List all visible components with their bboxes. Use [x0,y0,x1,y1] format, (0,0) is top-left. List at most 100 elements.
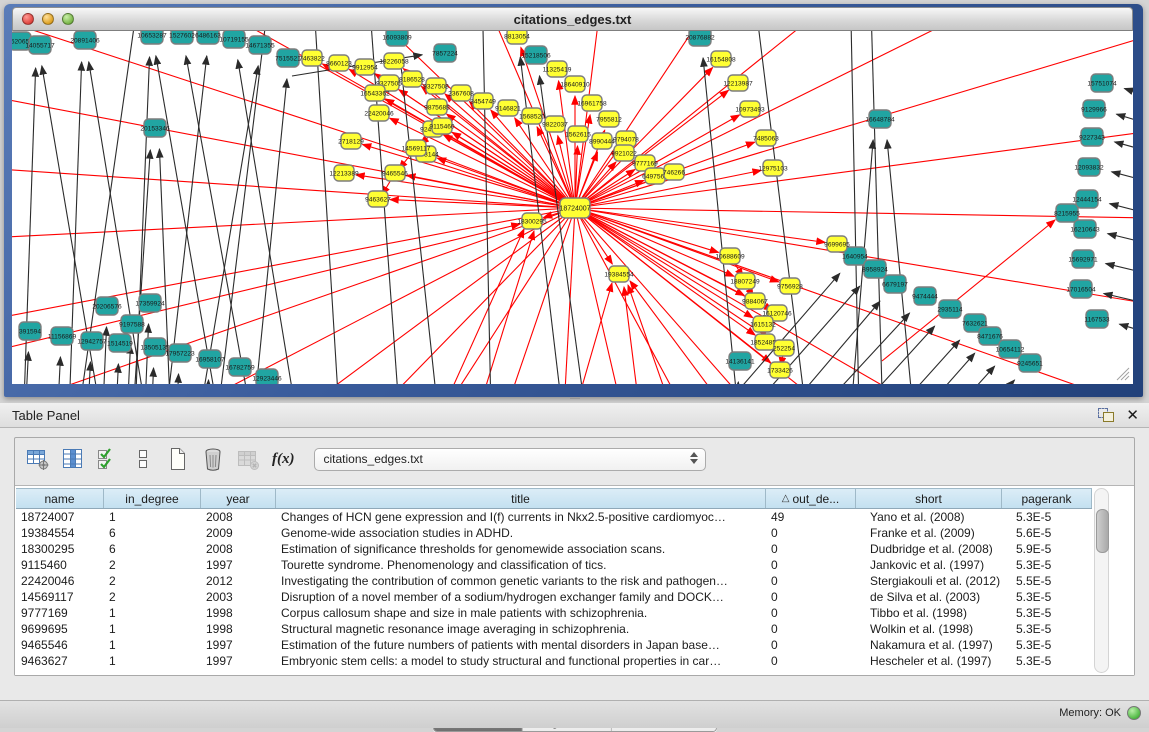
graph-node[interactable]: 9756928 [777,278,803,294]
graph-node[interactable]: 15751074 [1087,74,1117,92]
column-header-out-de-[interactable]: △out_de... [766,489,856,508]
table-row[interactable]: 977716911998Corpus callosum shape and si… [16,605,1092,621]
graph-node[interactable]: 8186528 [399,71,425,87]
close-panel-icon[interactable]: ✕ [1126,408,1139,423]
graph-node[interactable]: 10973493 [735,101,765,117]
graph-node[interactable]: 12213389 [329,165,359,181]
zoom-window-button[interactable] [62,13,74,25]
graph-node[interactable]: 9912954 [352,59,378,75]
row-height-button[interactable] [130,446,156,472]
show-columns-button[interactable] [60,446,86,472]
table-row[interactable]: 2242004622012Investigating the contribut… [16,573,1092,589]
graph-node[interactable]: 12923446 [252,369,282,384]
graph-node[interactable]: 11325419 [543,61,572,77]
graph-node[interactable]: 8813054 [504,31,530,44]
graph-node[interactable]: 9822037 [542,116,568,132]
table-row[interactable]: 946554611997Estimation of the future num… [16,637,1092,653]
graph-node[interactable]: 746266 [663,164,685,180]
table-row[interactable]: 911546021997Tourette syndrome. Phenomeno… [16,557,1092,573]
graph-node[interactable]: 9699695 [824,236,850,252]
graph-node[interactable]: 20891406 [70,31,100,49]
graph-node[interactable]: 1733426 [767,362,793,378]
graph-node[interactable]: 7463822 [299,50,325,66]
graph-node[interactable]: 9465546 [382,165,408,181]
graph-node[interactable]: 16210643 [1070,220,1100,238]
graph-node[interactable]: 16958107 [195,350,225,368]
graph-node[interactable]: 7485063 [753,130,779,146]
graph-node[interactable]: 20876882 [685,31,715,46]
close-window-button[interactable] [22,13,34,25]
graph-node[interactable]: 14136141 [725,352,755,370]
select-rows-button[interactable] [95,446,121,472]
graph-node[interactable]: 9463627 [365,191,391,207]
resize-grip[interactable] [1114,367,1130,381]
column-header-name[interactable]: name [16,489,104,508]
graph-node[interactable]: 12975103 [758,160,788,176]
graph-node[interactable]: 16154808 [706,51,736,67]
graph-node[interactable]: 8990444 [589,133,615,149]
delete-table-button[interactable] [235,446,261,472]
graph-node[interactable]: 11156869 [48,327,77,345]
float-window-icon[interactable] [1098,408,1114,422]
graph-node[interactable]: 6486163 [195,31,221,44]
graph-node[interactable]: 20206576 [92,297,122,315]
graph-node[interactable]: 8958924 [862,260,888,278]
scrollbar-thumb[interactable] [1096,509,1109,553]
graph-node[interactable]: 10688609 [715,248,745,264]
table-options-button[interactable] [25,446,51,472]
graph-node[interactable]: 7515521 [275,49,301,67]
graph-node[interactable]: 12942757 [77,332,107,350]
minimize-window-button[interactable] [42,13,54,25]
graph-node[interactable]: 7955812 [596,111,622,127]
graph-node[interactable]: 12213987 [723,75,753,91]
column-header-year[interactable]: year [201,489,276,508]
graph-node[interactable]: 391594 [19,322,41,340]
table-row[interactable]: 1456911722003Disruption of a novel membe… [16,589,1092,605]
graph-node[interactable]: 2935114 [937,300,963,318]
graph-node[interactable]: 18807249 [730,273,760,289]
graph-node[interactable]: 12093832 [1074,158,1104,176]
graph-node[interactable]: 9921022 [611,145,637,161]
delete-column-button[interactable] [200,446,226,472]
graph-node[interactable]: 15692971 [1068,250,1098,268]
graph-node[interactable]: 17957223 [165,344,195,362]
graph-node[interactable]: 16648784 [865,110,895,128]
column-header-title[interactable]: title [276,489,766,508]
network-view-canvas[interactable]: 2520651 14055717 20891406 10653287 15276… [12,31,1133,384]
graph-node[interactable]: 6679197 [882,275,908,293]
graph-node[interactable]: 8454749 [470,93,496,109]
column-header-in-degree[interactable]: in_degree [104,489,201,508]
graph-node[interactable]: 18300295 [517,213,547,229]
table-row[interactable]: 1938455462009Genome-wide association stu… [16,525,1092,541]
new-column-button[interactable] [165,446,191,472]
graph-node[interactable]: 12444154 [1072,190,1102,208]
graph-node[interactable]: 9146821 [495,100,521,116]
graph-node[interactable]: 16093809 [382,31,412,46]
graph-node[interactable]: 8660123 [326,55,352,71]
network-window-titlebar[interactable]: citations_edges.txt [12,7,1133,31]
graph-node[interactable]: 9884067 [742,293,768,309]
table-row[interactable]: 969969511998Structural magnetic resonanc… [16,621,1092,637]
graph-node[interactable]: 19384554 [604,266,634,282]
graph-node[interactable]: 17359924 [135,294,165,312]
graph-node[interactable]: 8215955 [1054,204,1080,222]
graph-node[interactable]: 9115460 [429,118,455,134]
graph-node[interactable]: 14671355 [245,36,275,54]
table-row[interactable]: 946362711997Embryonic stem cells: a mode… [16,653,1092,669]
graph-hub-node[interactable]: 18724007 [559,198,590,218]
graph-node[interactable]: 22420046 [364,105,394,121]
table-row[interactable]: 1872400712008Changes of HCN gene express… [16,509,1092,525]
graph-node[interactable]: 9197588 [119,315,145,333]
column-header-pagerank[interactable]: pagerank [1002,489,1092,508]
graph-node[interactable]: 9474444 [912,287,938,305]
citation-network-graph[interactable]: 2520651 14055717 20891406 10653287 15276… [12,31,1133,384]
graph-node[interactable]: 16782759 [225,358,255,376]
vertical-scrollbar[interactable] [1094,488,1109,673]
graph-node[interactable]: 9227343 [1079,128,1105,146]
graph-node[interactable]: 252254 [773,340,795,356]
graph-node[interactable]: 1514519 [107,334,133,352]
graph-node[interactable]: 9327508 [423,78,449,94]
graph-node[interactable]: 9245651 [1017,354,1043,372]
graph-node[interactable]: 1615132 [750,316,776,332]
graph-node[interactable]: 1527602 [169,31,195,44]
